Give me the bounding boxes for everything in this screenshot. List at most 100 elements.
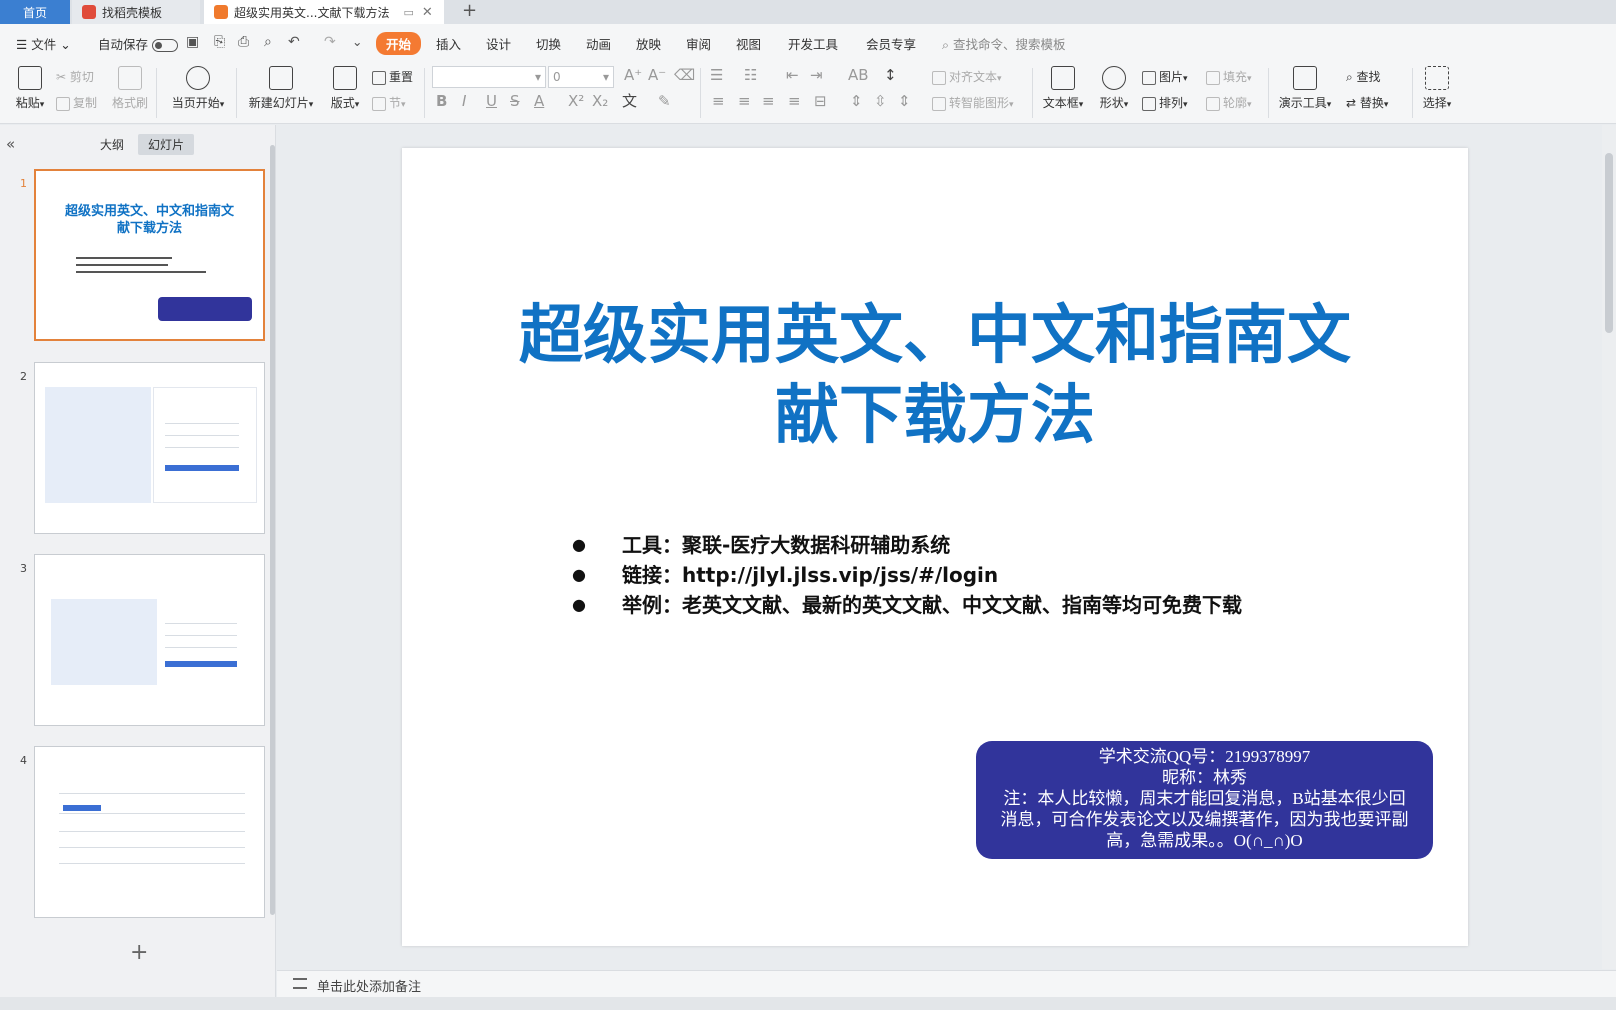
slide-title[interactable]: 超级实用英文、中文和指南文 献下载方法 — [402, 296, 1468, 456]
search-icon: ⌕ — [942, 37, 953, 52]
menu-developer[interactable]: 开发工具 — [788, 34, 838, 53]
align-text-button[interactable]: 对齐文本▾ — [932, 68, 1002, 85]
notes-bar[interactable]: 单击此处添加备注 — [277, 970, 1616, 997]
menu-review[interactable]: 审阅 — [686, 34, 711, 53]
subscript-icon[interactable]: X₂ — [592, 92, 608, 110]
smart-art-button[interactable]: 转智能图形▾ — [932, 94, 1014, 111]
font-size-select[interactable]: 0 ▾ — [548, 66, 614, 88]
strikethrough-icon[interactable]: S — [510, 92, 520, 110]
align-center-icon[interactable]: ≡ — [738, 92, 751, 110]
fill-button[interactable]: 填充▾ — [1206, 68, 1252, 85]
save-icon[interactable]: ▣ — [186, 34, 199, 50]
close-tab-icon[interactable]: ✕ — [422, 5, 433, 20]
find-button[interactable]: ⌕ 查找 — [1346, 68, 1381, 85]
copy-button[interactable]: 复制 — [56, 94, 97, 111]
tab-template[interactable]: 找稻壳模板 — [72, 0, 200, 24]
add-slide-button[interactable]: + — [130, 940, 148, 965]
section-button[interactable]: 节▾ — [372, 94, 406, 111]
autosave-toggle[interactable]: 自动保存 — [98, 34, 179, 53]
slide-thumbnail-1[interactable]: 超级实用英文、中文和指南文献下载方法 — [34, 169, 265, 341]
scrollbar-thumb[interactable] — [1605, 153, 1613, 333]
shape-button[interactable]: 形状▾ — [1096, 66, 1132, 111]
highlight-icon[interactable]: ✎ — [658, 92, 671, 110]
tab-document[interactable]: 超级实用英文...文献下载方法 ▭ ✕ — [204, 0, 444, 24]
menu-design[interactable]: 设计 — [486, 34, 511, 53]
new-tab-button[interactable]: + — [462, 0, 477, 24]
bullet-item: 链接：http://jlyl.jlss.vip/jss/#/login — [572, 560, 1242, 590]
current-slide[interactable]: 超级实用英文、中文和指南文 献下载方法 工具：聚联-医疗大数据科研辅助系统 链接… — [402, 148, 1468, 946]
menu-start[interactable]: 开始 — [376, 32, 422, 55]
phonetic-icon[interactable]: 文 — [622, 90, 637, 111]
outline-label: 轮廓 — [1223, 96, 1248, 110]
replace-button[interactable]: ⇄ 替换▾ — [1346, 94, 1388, 111]
bullet-list-icon[interactable]: ☰ — [710, 66, 723, 84]
paragraph-spacing-icon[interactable]: ⇳ — [874, 92, 887, 110]
decrease-indent-icon[interactable]: ⇤ — [786, 66, 799, 84]
menu-transition[interactable]: 切换 — [536, 34, 561, 53]
align-right-icon[interactable]: ≡ — [762, 92, 775, 110]
decrease-font-icon[interactable]: A⁻ — [648, 66, 666, 84]
layout-button[interactable]: 版式▾ — [326, 66, 364, 111]
present-tools-button[interactable]: 演示工具▾ — [1276, 66, 1334, 111]
line-spacing-icon[interactable]: ⇕ — [850, 92, 863, 110]
login-button-image — [165, 661, 237, 667]
print-preview-icon[interactable]: ⌕ — [264, 34, 272, 50]
paste-button[interactable]: 粘贴▾ — [12, 66, 48, 111]
text-direction-icon[interactable]: AB — [848, 66, 869, 84]
justify-icon[interactable]: ≡ — [788, 92, 801, 110]
text-box-button[interactable]: 文本框▾ — [1040, 66, 1086, 111]
collapse-panel-icon[interactable]: « — [6, 135, 15, 153]
window-icon[interactable]: ▭ — [403, 6, 413, 19]
underline-icon[interactable]: U — [486, 92, 497, 110]
menu-member[interactable]: 会员专享 — [866, 34, 916, 53]
italic-icon[interactable]: I — [462, 92, 466, 110]
new-slide-button[interactable]: 新建幻灯片▾ — [244, 66, 318, 111]
tab-home[interactable]: 首页 — [0, 0, 70, 24]
increase-indent-icon[interactable]: ⇥ — [810, 66, 823, 84]
clear-format-icon[interactable]: ⌫ — [674, 66, 695, 84]
numbered-list-icon[interactable]: ☷ — [744, 66, 757, 84]
columns-icon[interactable]: ⇕ — [898, 92, 911, 110]
format-painter-button[interactable]: 格式刷 — [110, 66, 150, 111]
panel-scrollbar[interactable] — [270, 145, 275, 915]
form-field-line — [165, 647, 237, 648]
increase-font-icon[interactable]: A⁺ — [624, 66, 642, 84]
bullet-item: 工具：聚联-医疗大数据科研辅助系统 — [572, 530, 1242, 560]
contact-info-box[interactable]: 学术交流QQ号：2199378997 昵称：林秀 注：本人比较懒，周末才能回复消… — [976, 741, 1433, 859]
outline-button[interactable]: 轮廓▾ — [1206, 94, 1252, 111]
undo-icon[interactable]: ↶ — [288, 34, 300, 50]
redo-icon[interactable]: ↷ — [324, 34, 336, 50]
menu-view[interactable]: 视图 — [736, 34, 761, 53]
slide-thumbnail-4[interactable] — [34, 746, 265, 918]
export-icon[interactable]: ⎘ — [214, 34, 225, 50]
cut-button[interactable]: ✂ 剪切 — [56, 68, 94, 85]
distribute-icon[interactable]: ⊟ — [814, 92, 827, 110]
file-menu[interactable]: ☰ 文件 ⌄ — [16, 34, 71, 53]
bold-icon[interactable]: B — [436, 92, 447, 110]
menu-insert[interactable]: 插入 — [436, 34, 461, 53]
menu-bar: ☰ 文件 ⌄ 自动保存 ▣ ⎘ ⎙ ⌕ ↶ ↷ ⌄ 开始 插入 设计 切换 动画… — [0, 24, 1616, 62]
sort-icon[interactable]: ↕ — [884, 66, 897, 84]
tab-slides[interactable]: 幻灯片 — [138, 134, 195, 155]
tab-outline[interactable]: 大纲 — [90, 134, 134, 155]
select-button[interactable]: 选择▾ — [1418, 66, 1456, 111]
superscript-icon[interactable]: X² — [568, 92, 584, 110]
print-icon[interactable]: ⎙ — [238, 34, 249, 50]
bullet-list[interactable]: 工具：聚联-医疗大数据科研辅助系统 链接：http://jlyl.jlss.vi… — [572, 530, 1242, 620]
play-from-current-button[interactable]: 当页开始▾ — [166, 66, 230, 111]
command-search[interactable]: ⌕ 查找命令、搜索模板 — [942, 34, 1066, 53]
font-family-select[interactable]: ▾ — [432, 66, 546, 88]
align-left-icon[interactable]: ≡ — [712, 92, 725, 110]
reset-button[interactable]: 重置 — [372, 68, 413, 85]
new-slide-label: 新建幻灯片 — [248, 96, 309, 110]
slide-thumbnail-2[interactable] — [34, 362, 265, 534]
menu-animation[interactable]: 动画 — [586, 34, 611, 53]
picture-button[interactable]: 图片▾ — [1142, 68, 1188, 85]
slide-thumbnail-3[interactable] — [34, 554, 265, 726]
font-color-icon[interactable]: A — [534, 92, 544, 110]
arrange-button[interactable]: 排列▾ — [1142, 94, 1188, 111]
menu-slideshow[interactable]: 放映 — [636, 34, 661, 53]
tab-bar: 首页 找稻壳模板 超级实用英文...文献下载方法 ▭ ✕ + — [0, 0, 1616, 24]
more-icon[interactable]: ⌄ — [352, 34, 362, 49]
canvas-scrollbar[interactable] — [1602, 125, 1616, 969]
